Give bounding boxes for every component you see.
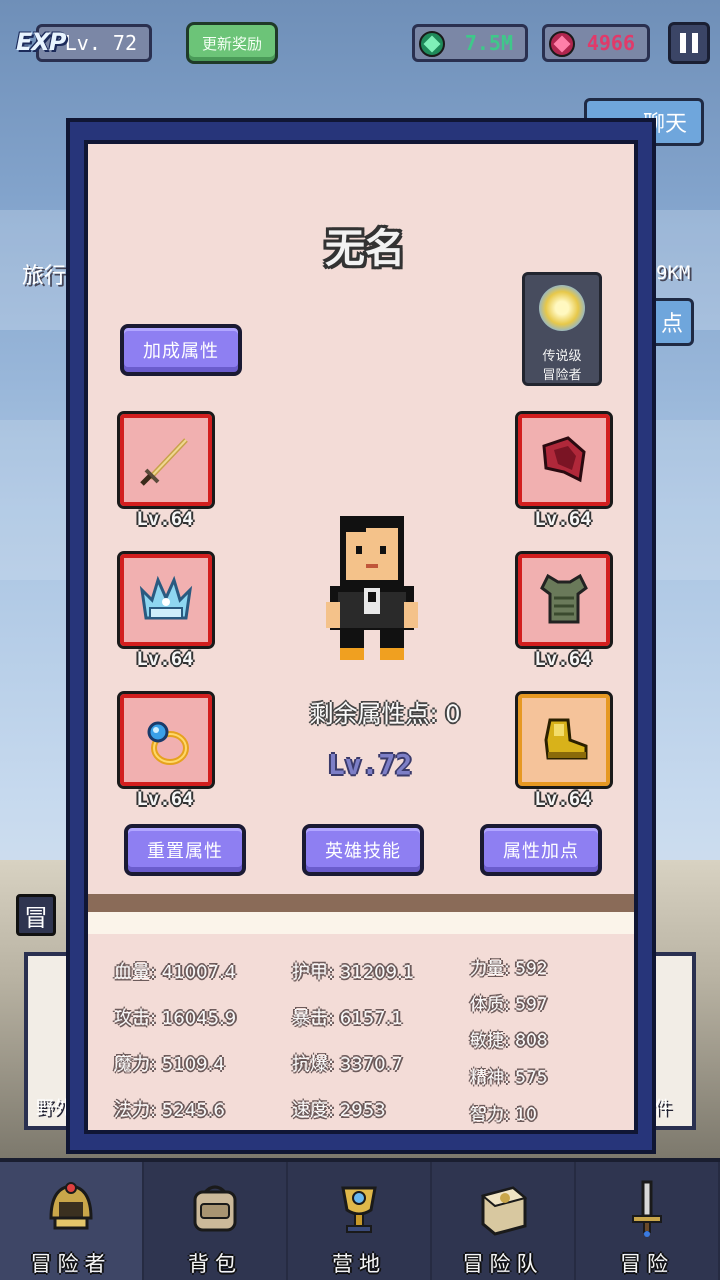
ruby-icon xyxy=(549,31,575,57)
stat-strength: 力量: 592 xyxy=(470,959,548,979)
pause-icon-bar xyxy=(692,33,698,53)
green-currency-value: 7.5M xyxy=(464,31,513,55)
stats-panel: 血量: 41007.4 攻击: 16045.9 魔力: 5109.4 法力: 5… xyxy=(84,934,638,1134)
bonus-attributes-button[interactable]: 加成属性 xyxy=(120,324,242,376)
helmet-icon xyxy=(39,1176,103,1240)
nav-label: 冒险者 xyxy=(30,1252,112,1276)
remaining-points: 剩余属性点: 0 xyxy=(309,700,461,728)
hero-panel: 无名 加成属性 传说级 冒险者 Lv.64 Lv.64 Lv.64 Lv.64 … xyxy=(84,140,638,902)
weapon-level: Lv.64 xyxy=(136,508,194,530)
ring-level: Lv.64 xyxy=(136,788,194,810)
stat-attack: 攻击: 16045.9 xyxy=(114,1008,237,1029)
nav-adventure[interactable]: 冒险 xyxy=(576,1162,720,1280)
legendary-emblem-icon xyxy=(539,285,585,331)
hero-level: Lv.72 xyxy=(327,748,413,781)
travel-text: 旅行 xyxy=(22,264,67,289)
update-reward-button[interactable]: 更新奖励 xyxy=(186,22,278,64)
hero-name: 无名 xyxy=(325,226,405,272)
allocate-points-button[interactable]: 属性加点 xyxy=(480,824,602,876)
sword-icon xyxy=(140,438,188,486)
panel-divider-light xyxy=(84,912,638,934)
panel-divider xyxy=(84,894,638,914)
pause-button[interactable] xyxy=(668,22,710,64)
stat-armor: 护甲: 31209.1 xyxy=(292,962,415,983)
nav-label: 背包 xyxy=(188,1252,242,1276)
nav-adventurer[interactable]: 冒险者 xyxy=(0,1162,144,1280)
rank-badge: 传说级 冒险者 xyxy=(522,272,602,386)
armor-icon xyxy=(540,573,588,624)
emerald-icon xyxy=(419,31,445,57)
rank-line2: 冒险者 xyxy=(542,368,582,383)
nav-backpack[interactable]: 背包 xyxy=(144,1162,288,1280)
green-currency: 7.5M xyxy=(412,24,528,62)
stat-mana: 法力: 5245.6 xyxy=(114,1100,225,1121)
backpack-icon xyxy=(183,1176,247,1240)
nav-camp[interactable]: 营地 xyxy=(288,1162,432,1280)
red-currency-value: 4966 xyxy=(586,31,635,55)
shield-level: Lv.64 xyxy=(534,508,592,530)
exp-logo: EXP xyxy=(16,28,66,56)
crown-helmet-icon xyxy=(139,575,193,620)
rank-line1: 传说级 xyxy=(542,349,582,364)
pause-icon-bar xyxy=(680,33,686,53)
right-card-text: 件 xyxy=(654,1098,672,1119)
armor-level: Lv.64 xyxy=(534,648,592,670)
stat-agility: 敏捷: 808 xyxy=(470,1031,548,1051)
red-currency: 4966 xyxy=(542,24,650,62)
hero-modal: 无名 加成属性 传说级 冒险者 Lv.64 Lv.64 Lv.64 Lv.64 … xyxy=(66,118,656,1154)
nav-label: 冒险队 xyxy=(462,1252,544,1276)
reset-attributes-button[interactable]: 重置属性 xyxy=(124,824,246,876)
stat-speed: 速度: 2953 xyxy=(292,1100,386,1121)
stat-crit-resist: 抗爆: 3370.7 xyxy=(292,1054,403,1075)
distance-text: 9KM xyxy=(656,262,691,284)
weapon-slot[interactable] xyxy=(117,411,215,509)
nav-label: 冒险 xyxy=(620,1252,674,1276)
nav-team[interactable]: 冒险队 xyxy=(432,1162,576,1280)
stat-intelligence: 智力: 10 xyxy=(470,1105,537,1125)
adventure-tab-icon[interactable]: 冒 xyxy=(16,894,56,936)
nav-label: 营地 xyxy=(332,1252,386,1276)
stat-spirit: 精神: 575 xyxy=(470,1068,548,1088)
bottom-nav: 冒险者 背包 营地 冒险队 冒险 xyxy=(0,1158,720,1280)
stat-magic-power: 魔力: 5109.4 xyxy=(114,1054,225,1075)
trophy-icon xyxy=(327,1176,391,1240)
boots-level: Lv.64 xyxy=(534,788,592,810)
hero-character-sprite xyxy=(326,516,418,660)
stat-crit: 暴击: 6157.1 xyxy=(292,1008,403,1029)
armor-slot[interactable] xyxy=(515,551,613,649)
book-icon xyxy=(471,1176,535,1240)
shield-icon xyxy=(542,436,586,483)
top-bar: Lv. 72 EXP 更新奖励 7.5M 4966 xyxy=(0,0,720,90)
stat-hp: 血量: 41007.4 xyxy=(114,962,237,983)
sword-icon xyxy=(615,1176,679,1240)
shield-slot[interactable] xyxy=(515,411,613,509)
stat-constitution: 体质: 597 xyxy=(470,995,548,1015)
helmet-slot[interactable] xyxy=(117,551,215,649)
helmet-level: Lv.64 xyxy=(136,648,194,670)
hero-skills-button[interactable]: 英雄技能 xyxy=(302,824,424,876)
